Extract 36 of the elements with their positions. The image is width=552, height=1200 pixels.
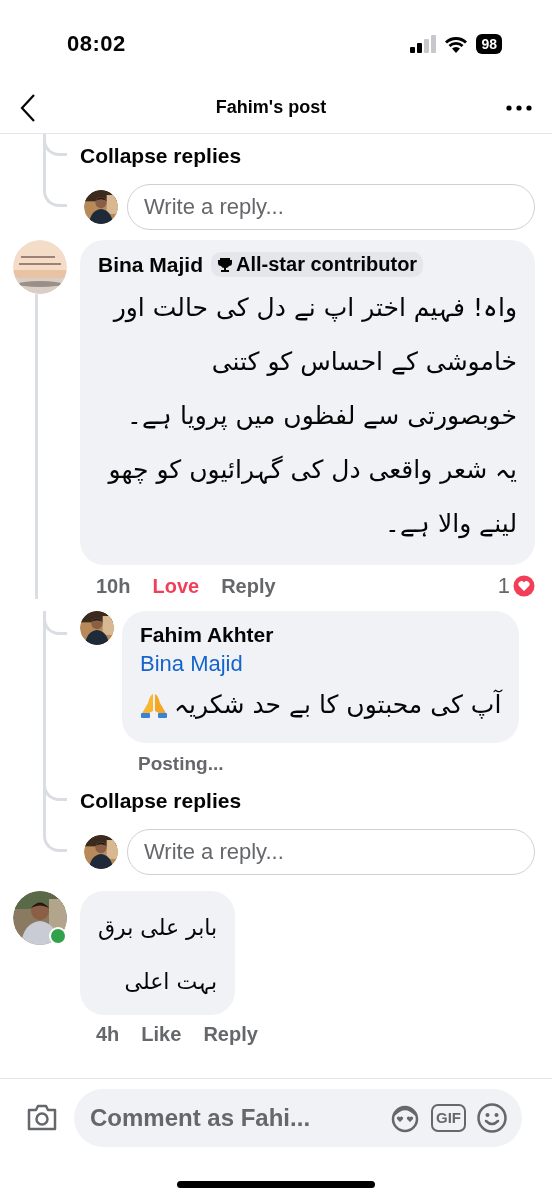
signal-icon: [410, 35, 437, 53]
reply-field[interactable]: Write a reply...: [127, 829, 535, 875]
collapse-replies-button[interactable]: Collapse replies: [80, 134, 242, 178]
reply-button[interactable]: Reply: [221, 574, 276, 598]
comment-text: بابر علی برق: [98, 914, 218, 942]
comment-field[interactable]: Comment as Fahi... GIF: [74, 1089, 522, 1147]
author-name: Bina Majid: [98, 252, 203, 277]
avatar-sticker-button[interactable]: [389, 1103, 421, 1133]
gif-button[interactable]: GIF: [431, 1104, 466, 1132]
comment-time: 10h: [96, 574, 131, 598]
reply-button[interactable]: Reply: [203, 1023, 258, 1046]
page-title: Fahim's post: [214, 97, 328, 118]
camera-button[interactable]: [26, 1104, 58, 1132]
praying-hands-icon: [140, 691, 168, 719]
wifi-icon: [444, 35, 469, 53]
battery-level: 98: [476, 34, 502, 54]
reply-field[interactable]: Write a reply...: [127, 184, 535, 230]
emoji-button[interactable]: [476, 1102, 508, 1134]
author-name: Fahim Akhter: [140, 623, 275, 647]
trophy-icon: [217, 256, 233, 273]
reaction-count: 1: [497, 573, 510, 599]
comment-text: بہت اعلی: [123, 968, 218, 996]
thread-line: [43, 823, 67, 852]
back-button[interactable]: [20, 92, 36, 123]
comment-time: 4h: [96, 1023, 120, 1046]
reaction-button[interactable]: Like: [141, 1023, 182, 1046]
collapse-replies-button[interactable]: Collapse replies: [80, 779, 242, 823]
comment-text: واہ! فہیم اختر اپ نے دل کی حالت اور خاموشی کے احساس کو کتنی خوبصورتی سے لفظوں میں پرویا ہے۔ یہ شعر واقعی دل کی گہرائیوں کو چھو لینے والا ہے۔: [106, 292, 517, 541]
posting-status: Posting...: [137, 752, 225, 776]
contributor-badge: All-star contributor: [211, 252, 424, 277]
more-button[interactable]: [506, 104, 532, 111]
mention-link[interactable]: Bina Majid: [140, 651, 243, 677]
reaction-button[interactable]: Love: [152, 574, 200, 598]
reply-text: آپ کی محبتوں کا بے حد شکریہ: [174, 688, 502, 721]
thread-line: [43, 178, 67, 207]
status-time: 08:02: [67, 31, 127, 57]
